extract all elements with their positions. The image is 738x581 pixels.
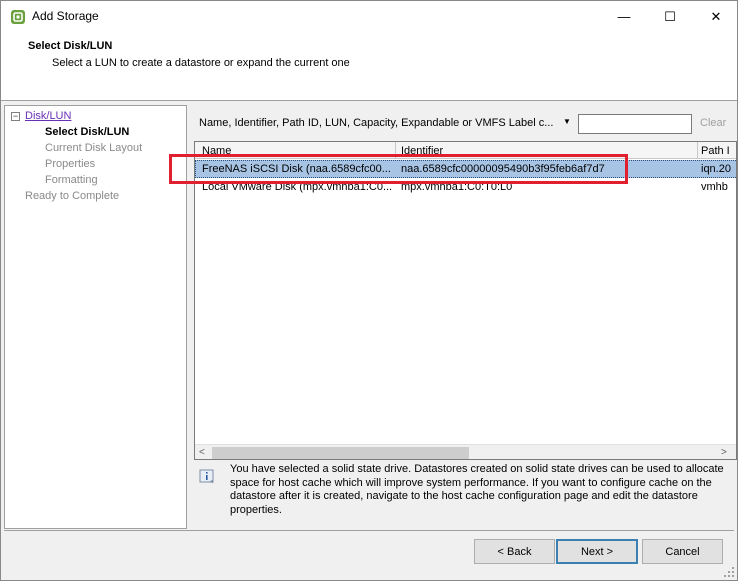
dropdown-arrow-icon[interactable]: ▼	[563, 117, 571, 126]
step-select-disk-lun: Select Disk/LUN	[45, 126, 130, 138]
step-current-disk-layout: Current Disk Layout	[45, 142, 143, 154]
cell-name: Local VMware Disk (mpx.vmhba1:C0...	[202, 181, 392, 193]
clear-button[interactable]: Clear	[700, 117, 726, 129]
filter-column-dropdown[interactable]: Name, Identifier, Path ID, LUN, Capacity…	[199, 117, 553, 129]
window-title: Add Storage	[32, 9, 99, 23]
title-bar[interactable]: Add Storage — ☐ ✕	[1, 1, 737, 32]
filter-row: Name, Identifier, Path ID, LUN, Capacity…	[191, 105, 737, 143]
cell-identifier: naa.6589cfc00000095490b3f95feb6af7d7	[401, 163, 605, 175]
scrollbar-thumb[interactable]	[212, 447, 469, 459]
info-message: You have selected a solid state drive. D…	[191, 463, 737, 529]
filter-input[interactable]	[578, 114, 692, 134]
wizard-footer: < Back Next > Cancel	[1, 530, 737, 580]
step-disk-lun-link[interactable]: Disk/LUN	[25, 110, 71, 122]
cell-identifier: mpx.vmhba1:C0:T0:L0	[401, 181, 513, 193]
wizard-steps-panel: − Disk/LUN Select Disk/LUN Current Disk …	[4, 105, 187, 529]
collapse-toggle[interactable]: −	[11, 112, 20, 121]
column-divider[interactable]	[697, 142, 698, 159]
table-header: Name Identifier Path I	[195, 142, 736, 159]
wizard-header: Select Disk/LUN Select a LUN to create a…	[1, 32, 737, 101]
table-row-local-vmware[interactable]: Local VMware Disk (mpx.vmhba1:C0... mpx.…	[195, 179, 736, 197]
step-properties: Properties	[45, 158, 96, 170]
divider	[4, 530, 734, 531]
scroll-left-icon[interactable]: <	[199, 447, 205, 458]
table-row-freenas[interactable]: FreeNAS iSCSI Disk (naa.6589cfc00... naa…	[195, 160, 736, 178]
vsphere-icon	[10, 9, 26, 25]
info-text: You have selected a solid state drive. D…	[230, 463, 724, 516]
horizontal-scrollbar[interactable]: < >	[195, 444, 736, 459]
page-title: Select Disk/LUN	[28, 40, 113, 52]
cell-path: iqn.20	[701, 163, 731, 175]
back-button[interactable]: < Back	[474, 539, 555, 564]
info-icon	[199, 468, 215, 484]
column-header-path[interactable]: Path I	[701, 145, 730, 157]
lun-table: Name Identifier Path I FreeNAS iSCSI Dis…	[194, 141, 737, 460]
resize-grip-icon[interactable]	[723, 566, 735, 578]
main-content: Name, Identifier, Path ID, LUN, Capacity…	[191, 105, 737, 529]
close-button[interactable]: ✕	[693, 1, 738, 32]
page-subtitle: Select a LUN to create a datastore or ex…	[52, 57, 350, 69]
column-divider[interactable]	[395, 142, 396, 159]
add-storage-window: Add Storage — ☐ ✕ Select Disk/LUN Select…	[0, 0, 738, 581]
step-ready-to-complete: Ready to Complete	[25, 190, 120, 202]
cell-name: FreeNAS iSCSI Disk (naa.6589cfc00...	[202, 163, 391, 175]
cell-path: vmhb	[701, 181, 728, 193]
column-header-name[interactable]: Name	[202, 145, 231, 157]
step-formatting: Formatting	[45, 174, 98, 186]
column-header-identifier[interactable]: Identifier	[401, 145, 443, 157]
scroll-right-icon[interactable]: >	[721, 447, 727, 458]
maximize-button[interactable]: ☐	[647, 1, 693, 32]
next-button[interactable]: Next >	[556, 539, 638, 564]
minimize-button[interactable]: —	[601, 1, 647, 32]
cancel-button[interactable]: Cancel	[642, 539, 723, 564]
